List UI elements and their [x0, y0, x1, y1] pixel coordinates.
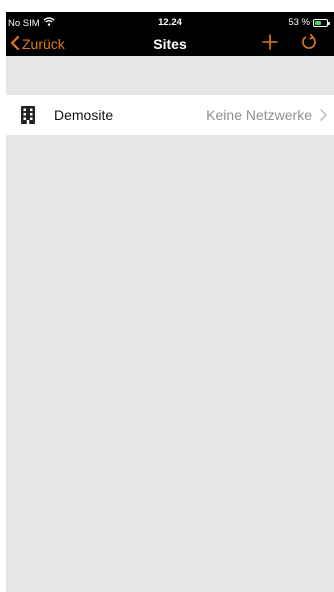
add-icon: [262, 33, 278, 55]
battery-percent: 53 %: [288, 17, 310, 28]
status-bar: No SIM 12.24 53 %: [6, 12, 334, 32]
building-icon: [18, 105, 38, 125]
app-screen: No SIM 12.24 53 % Zurück Sites Demosite …: [6, 12, 334, 592]
add-button[interactable]: [258, 32, 282, 56]
refresh-button[interactable]: [296, 32, 322, 56]
status-right: 53 %: [288, 17, 330, 28]
refresh-icon: [300, 33, 318, 56]
page-title: Sites: [153, 36, 187, 52]
site-row-demosite[interactable]: Demosite Keine Netzwerke: [6, 95, 334, 135]
navigation-bar: Zurück Sites: [6, 32, 334, 56]
site-network-status: Keine Netzwerke: [206, 107, 312, 123]
status-time: 12.24: [158, 17, 182, 28]
battery-charging-icon: [313, 18, 330, 27]
site-name: Demosite: [54, 107, 114, 123]
chevron-right-icon: [318, 108, 328, 122]
battery-fill: [315, 20, 321, 25]
